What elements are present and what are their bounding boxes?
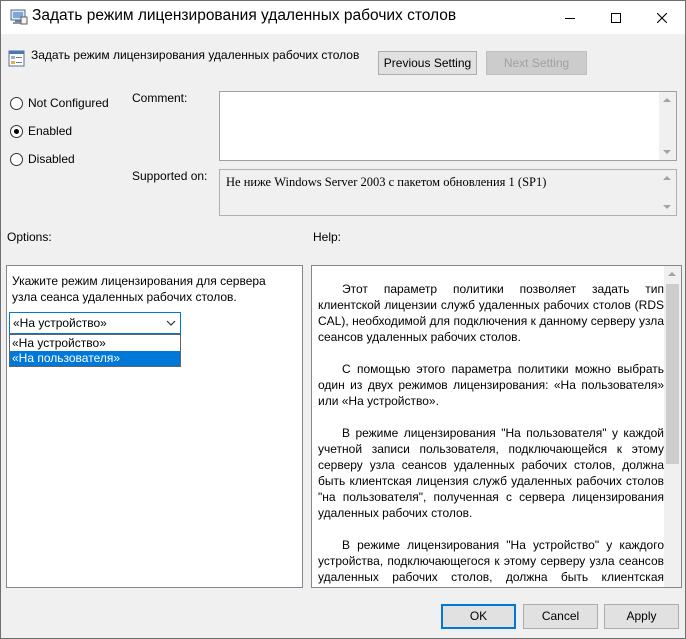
help-text: Этот параметр политики позволяет задать … (318, 281, 664, 587)
scroll-up-icon[interactable] (663, 176, 671, 180)
licensing-mode-dropdown-list: «На устройство» «На пользователя» (9, 334, 181, 367)
help-label: Help: (313, 230, 342, 244)
radio-label: Disabled (28, 152, 75, 166)
supported-scrollbar[interactable] (659, 170, 676, 215)
help-scrollbar[interactable] (664, 266, 681, 587)
scrollbar-thumb[interactable] (666, 284, 679, 464)
cancel-button[interactable]: Cancel (523, 604, 598, 629)
licensing-mode-combobox[interactable]: «На устройство» (9, 312, 181, 334)
window-title: Задать режим лицензирования удаленных ра… (32, 7, 457, 24)
radio-indicator[interactable] (10, 124, 23, 138)
help-paragraph: В режиме лицензирования "На пользователя… (318, 426, 664, 520)
radio-indicator[interactable] (10, 96, 23, 110)
apply-button[interactable]: Apply (604, 604, 679, 629)
chevron-down-icon[interactable] (166, 318, 176, 328)
policy-setting-icon (8, 50, 25, 67)
setting-name: Задать режим лицензирования удаленных ра… (31, 48, 360, 62)
dropdown-option-per-user[interactable]: «На пользователя» (10, 351, 180, 366)
options-panel: Укажите режим лицензирования для сервера… (6, 265, 303, 588)
radio-label: Not Configured (28, 96, 109, 110)
comment-label: Comment: (132, 91, 188, 105)
radio-enabled[interactable]: Enabled (10, 123, 72, 139)
radio-disabled[interactable]: Disabled (10, 151, 75, 167)
combobox-value: «На устройство» (13, 316, 107, 330)
radio-label: Enabled (28, 124, 73, 138)
supported-on-field[interactable]: Не ниже Windows Server 2003 с пакетом об… (219, 169, 677, 216)
options-label: Options: (7, 230, 52, 244)
options-description: Укажите режим лицензирования для сервера… (12, 274, 266, 304)
comment-textarea[interactable] (219, 91, 677, 161)
close-icon (657, 12, 667, 23)
help-paragraph: Этот параметр политики позволяет задать … (318, 282, 664, 344)
next-setting-button[interactable]: Next Setting (486, 51, 587, 75)
maximize-button[interactable] (593, 1, 639, 34)
minimize-icon (565, 17, 575, 19)
ok-button[interactable]: OK (441, 604, 516, 629)
scroll-down-icon[interactable] (663, 205, 671, 209)
policy-settings-icon (10, 9, 28, 25)
dropdown-option-per-device[interactable]: «На устройство» (10, 336, 180, 351)
supported-on-label: Supported on: (132, 169, 208, 183)
help-panel: Этот параметр политики позволяет задать … (311, 265, 682, 588)
previous-setting-button[interactable]: Previous Setting (378, 51, 477, 75)
close-button[interactable] (639, 1, 685, 34)
scroll-up-icon[interactable] (668, 272, 676, 276)
policy-dialog: Задать режим лицензирования удаленных ра… (0, 0, 686, 639)
help-paragraph: В режиме лицензирования "На устройство" … (318, 538, 664, 587)
radio-indicator[interactable] (10, 152, 23, 166)
title-bar[interactable]: Задать режим лицензирования удаленных ра… (1, 1, 685, 34)
help-paragraph: С помощью этого параметра политики можно… (318, 362, 664, 408)
radio-not-configured[interactable]: Not Configured (10, 95, 109, 111)
comment-scrollbar[interactable] (659, 92, 676, 160)
minimize-button[interactable] (547, 1, 593, 34)
scroll-up-icon[interactable] (663, 98, 671, 102)
scroll-down-icon[interactable] (663, 150, 671, 154)
supported-on-value: Не ниже Windows Server 2003 с пакетом об… (226, 175, 547, 189)
maximize-icon (611, 12, 621, 23)
